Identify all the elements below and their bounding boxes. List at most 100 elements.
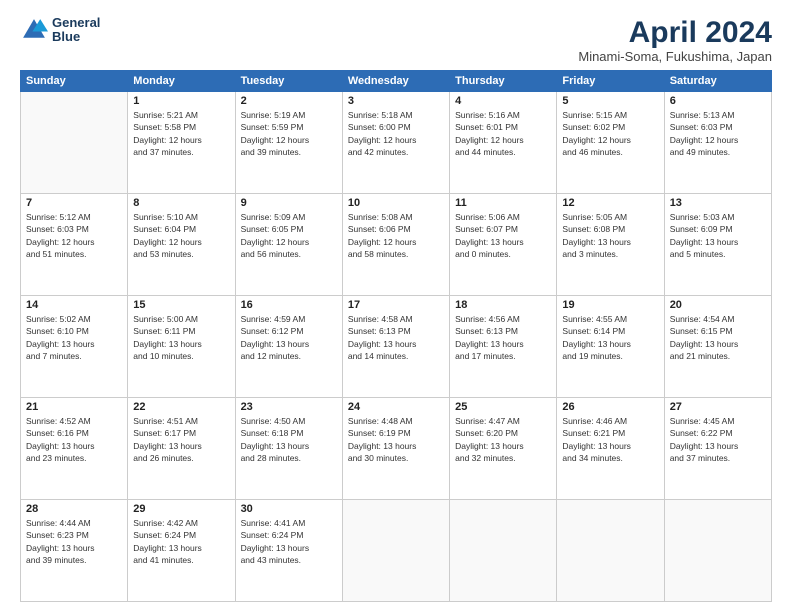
day-number: 27 xyxy=(670,401,766,413)
day-info: Sunrise: 5:12 AM Sunset: 6:03 PM Dayligh… xyxy=(26,211,122,260)
calendar-cell: 27 Sunrise: 4:45 AM Sunset: 6:22 PM Dayli… xyxy=(664,398,771,500)
day-number: 15 xyxy=(133,299,229,311)
day-header-thursday: Thursday xyxy=(450,71,557,92)
day-number: 4 xyxy=(455,95,551,107)
day-header-sunday: Sunday xyxy=(21,71,128,92)
calendar-cell xyxy=(664,500,771,602)
day-number: 9 xyxy=(241,197,337,209)
day-info: Sunrise: 4:46 AM Sunset: 6:21 PM Dayligh… xyxy=(562,415,658,464)
day-info: Sunrise: 4:48 AM Sunset: 6:19 PM Dayligh… xyxy=(348,415,444,464)
logo-text: General Blue xyxy=(52,16,100,45)
day-number: 16 xyxy=(241,299,337,311)
day-number: 29 xyxy=(133,503,229,515)
calendar-cell: 1 Sunrise: 5:21 AM Sunset: 5:58 PM Daylig… xyxy=(128,92,235,194)
day-number: 20 xyxy=(670,299,766,311)
week-row-3: 14 Sunrise: 5:02 AM Sunset: 6:10 PM Dayli… xyxy=(21,296,772,398)
day-number: 3 xyxy=(348,95,444,107)
calendar-cell: 30 Sunrise: 4:41 AM Sunset: 6:24 PM Dayli… xyxy=(235,500,342,602)
calendar-cell: 25 Sunrise: 4:47 AM Sunset: 6:20 PM Dayli… xyxy=(450,398,557,500)
calendar-cell: 4Sunrise: 5:16 AM Sunset: 6:01 PM Daylig… xyxy=(450,92,557,194)
day-info: Sunrise: 4:58 AM Sunset: 6:13 PM Dayligh… xyxy=(348,313,444,362)
calendar-cell: 3 Sunrise: 5:18 AM Sunset: 6:00 PM Daylig… xyxy=(342,92,449,194)
calendar-header-row: SundayMondayTuesdayWednesdayThursdayFrid… xyxy=(21,71,772,92)
day-header-monday: Monday xyxy=(128,71,235,92)
day-info: Sunrise: 5:18 AM Sunset: 6:00 PM Dayligh… xyxy=(348,109,444,158)
day-header-saturday: Saturday xyxy=(664,71,771,92)
calendar-cell: 22Sunrise: 4:51 AM Sunset: 6:17 PM Dayli… xyxy=(128,398,235,500)
day-info: Sunrise: 4:51 AM Sunset: 6:17 PM Dayligh… xyxy=(133,415,229,464)
day-number: 30 xyxy=(241,503,337,515)
calendar-cell: 29 Sunrise: 4:42 AM Sunset: 6:24 PM Dayli… xyxy=(128,500,235,602)
day-number: 24 xyxy=(348,401,444,413)
calendar-cell: 5 Sunrise: 5:15 AM Sunset: 6:02 PM Daylig… xyxy=(557,92,664,194)
day-info: Sunrise: 4:59 AM Sunset: 6:12 PM Dayligh… xyxy=(241,313,337,362)
calendar-title: April 2024 xyxy=(578,16,772,49)
calendar-cell: 19 Sunrise: 4:55 AM Sunset: 6:14 PM Dayli… xyxy=(557,296,664,398)
calendar-cell: 10Sunrise: 5:08 AM Sunset: 6:06 PM Dayli… xyxy=(342,194,449,296)
logo: General Blue xyxy=(20,16,100,45)
day-info: Sunrise: 5:10 AM Sunset: 6:04 PM Dayligh… xyxy=(133,211,229,260)
calendar-cell: 7 Sunrise: 5:12 AM Sunset: 6:03 PM Daylig… xyxy=(21,194,128,296)
calendar-cell: 21Sunrise: 4:52 AM Sunset: 6:16 PM Dayli… xyxy=(21,398,128,500)
day-number: 19 xyxy=(562,299,658,311)
day-number: 28 xyxy=(26,503,122,515)
calendar-cell: 2 Sunrise: 5:19 AM Sunset: 5:59 PM Daylig… xyxy=(235,92,342,194)
day-info: Sunrise: 5:06 AM Sunset: 6:07 PM Dayligh… xyxy=(455,211,551,260)
day-info: Sunrise: 4:44 AM Sunset: 6:23 PM Dayligh… xyxy=(26,517,122,566)
day-info: Sunrise: 4:41 AM Sunset: 6:24 PM Dayligh… xyxy=(241,517,337,566)
day-number: 18 xyxy=(455,299,551,311)
day-info: Sunrise: 4:54 AM Sunset: 6:15 PM Dayligh… xyxy=(670,313,766,362)
calendar-cell: 14 Sunrise: 5:02 AM Sunset: 6:10 PM Dayli… xyxy=(21,296,128,398)
day-info: Sunrise: 4:42 AM Sunset: 6:24 PM Dayligh… xyxy=(133,517,229,566)
calendar-cell: 16 Sunrise: 4:59 AM Sunset: 6:12 PM Dayli… xyxy=(235,296,342,398)
day-info: Sunrise: 4:50 AM Sunset: 6:18 PM Dayligh… xyxy=(241,415,337,464)
day-info: Sunrise: 5:00 AM Sunset: 6:11 PM Dayligh… xyxy=(133,313,229,362)
calendar-cell: 26 Sunrise: 4:46 AM Sunset: 6:21 PM Dayli… xyxy=(557,398,664,500)
calendar-cell: 28 Sunrise: 4:44 AM Sunset: 6:23 PM Dayli… xyxy=(21,500,128,602)
day-number: 14 xyxy=(26,299,122,311)
day-info: Sunrise: 4:56 AM Sunset: 6:13 PM Dayligh… xyxy=(455,313,551,362)
calendar-subtitle: Minami-Soma, Fukushima, Japan xyxy=(578,49,772,64)
day-info: Sunrise: 4:55 AM Sunset: 6:14 PM Dayligh… xyxy=(562,313,658,362)
day-header-wednesday: Wednesday xyxy=(342,71,449,92)
calendar-cell: 11Sunrise: 5:06 AM Sunset: 6:07 PM Dayli… xyxy=(450,194,557,296)
calendar-cell: 13Sunrise: 5:03 AM Sunset: 6:09 PM Dayli… xyxy=(664,194,771,296)
day-info: Sunrise: 5:09 AM Sunset: 6:05 PM Dayligh… xyxy=(241,211,337,260)
day-number: 23 xyxy=(241,401,337,413)
day-number: 10 xyxy=(348,197,444,209)
day-info: Sunrise: 5:05 AM Sunset: 6:08 PM Dayligh… xyxy=(562,211,658,260)
day-info: Sunrise: 5:21 AM Sunset: 5:58 PM Dayligh… xyxy=(133,109,229,158)
day-info: Sunrise: 5:02 AM Sunset: 6:10 PM Dayligh… xyxy=(26,313,122,362)
week-row-5: 28 Sunrise: 4:44 AM Sunset: 6:23 PM Dayli… xyxy=(21,500,772,602)
calendar-table: SundayMondayTuesdayWednesdayThursdayFrid… xyxy=(20,70,772,602)
day-number: 7 xyxy=(26,197,122,209)
calendar-body: 1 Sunrise: 5:21 AM Sunset: 5:58 PM Daylig… xyxy=(21,92,772,602)
calendar-cell: 24 Sunrise: 4:48 AM Sunset: 6:19 PM Dayli… xyxy=(342,398,449,500)
logo-line1: General xyxy=(52,16,100,30)
day-number: 6 xyxy=(670,95,766,107)
title-block: April 2024 Minami-Soma, Fukushima, Japan xyxy=(578,16,772,64)
day-info: Sunrise: 5:19 AM Sunset: 5:59 PM Dayligh… xyxy=(241,109,337,158)
week-row-2: 7 Sunrise: 5:12 AM Sunset: 6:03 PM Daylig… xyxy=(21,194,772,296)
day-number: 26 xyxy=(562,401,658,413)
day-info: Sunrise: 5:15 AM Sunset: 6:02 PM Dayligh… xyxy=(562,109,658,158)
day-number: 2 xyxy=(241,95,337,107)
day-number: 8 xyxy=(133,197,229,209)
logo-line2: Blue xyxy=(52,30,100,44)
calendar-cell: 15 Sunrise: 5:00 AM Sunset: 6:11 PM Dayli… xyxy=(128,296,235,398)
day-header-friday: Friday xyxy=(557,71,664,92)
day-info: Sunrise: 4:45 AM Sunset: 6:22 PM Dayligh… xyxy=(670,415,766,464)
week-row-1: 1 Sunrise: 5:21 AM Sunset: 5:58 PM Daylig… xyxy=(21,92,772,194)
day-number: 25 xyxy=(455,401,551,413)
day-number: 5 xyxy=(562,95,658,107)
day-number: 1 xyxy=(133,95,229,107)
calendar-cell xyxy=(342,500,449,602)
day-info: Sunrise: 4:47 AM Sunset: 6:20 PM Dayligh… xyxy=(455,415,551,464)
calendar-cell: 12Sunrise: 5:05 AM Sunset: 6:08 PM Dayli… xyxy=(557,194,664,296)
calendar-cell: 23 Sunrise: 4:50 AM Sunset: 6:18 PM Dayli… xyxy=(235,398,342,500)
day-header-tuesday: Tuesday xyxy=(235,71,342,92)
calendar-cell: 18 Sunrise: 4:56 AM Sunset: 6:13 PM Dayli… xyxy=(450,296,557,398)
day-number: 13 xyxy=(670,197,766,209)
day-number: 17 xyxy=(348,299,444,311)
calendar-cell: 9 Sunrise: 5:09 AM Sunset: 6:05 PM Daylig… xyxy=(235,194,342,296)
